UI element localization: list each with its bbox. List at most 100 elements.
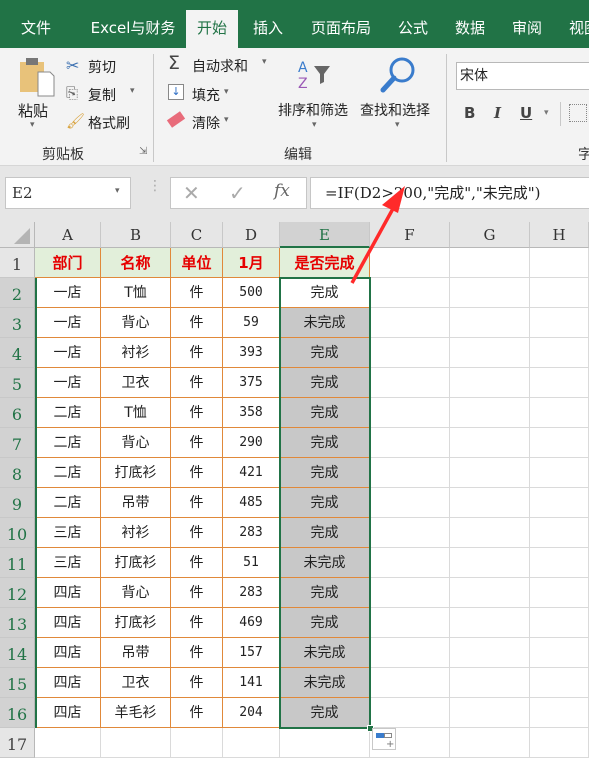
table-cell[interactable]: 打底衫 xyxy=(101,458,171,488)
table-cell[interactable]: 500 xyxy=(223,278,280,308)
table-cell[interactable]: T恤 xyxy=(101,278,171,308)
table-cell[interactable]: 件 xyxy=(171,608,223,638)
table-cell[interactable]: 一店 xyxy=(35,308,101,338)
clear-dropdown-icon[interactable]: ▾ xyxy=(224,115,229,125)
empty-cell[interactable] xyxy=(530,608,589,638)
row-header-4[interactable]: 4 xyxy=(0,338,35,368)
tab-review[interactable]: 审阅 xyxy=(504,10,550,48)
row-header-14[interactable]: 14 xyxy=(0,638,35,668)
table-cell[interactable]: 157 xyxy=(223,638,280,668)
empty-cell[interactable] xyxy=(370,248,450,278)
format-painter-button[interactable]: 🖌 格式刷 xyxy=(64,112,144,132)
empty-cell[interactable] xyxy=(450,668,530,698)
empty-cell[interactable] xyxy=(370,458,450,488)
table-cell[interactable]: 件 xyxy=(171,578,223,608)
empty-cell[interactable] xyxy=(530,728,589,758)
tab-excel-finance[interactable]: Excel与财务 xyxy=(80,10,186,48)
underline-button[interactable]: U xyxy=(520,104,532,122)
table-cell[interactable]: 背心 xyxy=(101,308,171,338)
table-cell[interactable]: 51 xyxy=(223,548,280,578)
empty-cell[interactable] xyxy=(530,488,589,518)
empty-cell[interactable] xyxy=(450,578,530,608)
row-header-16[interactable]: 16 xyxy=(0,698,35,728)
underline-dropdown-icon[interactable]: ▾ xyxy=(544,108,549,118)
table-cell[interactable]: 一店 xyxy=(35,368,101,398)
row-header-7[interactable]: 7 xyxy=(0,428,35,458)
empty-cell[interactable] xyxy=(450,248,530,278)
sort-filter-button[interactable]: AZ 排序和筛选 ▾ xyxy=(278,54,356,136)
column-header-f[interactable]: F xyxy=(370,222,450,248)
table-cell[interactable]: 375 xyxy=(223,368,280,398)
table-cell[interactable]: 吊带 xyxy=(101,638,171,668)
paste-button[interactable]: 粘贴 ▾ xyxy=(14,54,58,134)
empty-cell[interactable] xyxy=(530,578,589,608)
row-header-10[interactable]: 10 xyxy=(0,518,35,548)
table-cell[interactable]: 件 xyxy=(171,668,223,698)
table-cell[interactable]: 二店 xyxy=(35,458,101,488)
column-header-d[interactable]: D xyxy=(223,222,280,248)
empty-cell[interactable] xyxy=(450,458,530,488)
empty-cell[interactable] xyxy=(530,458,589,488)
enter-icon[interactable]: ✓ xyxy=(229,181,246,205)
table-cell[interactable]: 二店 xyxy=(35,398,101,428)
empty-cell[interactable] xyxy=(530,338,589,368)
table-cell[interactable]: 141 xyxy=(223,668,280,698)
empty-cell[interactable] xyxy=(370,518,450,548)
table-cell[interactable]: 三店 xyxy=(35,548,101,578)
table-cell[interactable]: 一店 xyxy=(35,278,101,308)
table-cell[interactable]: 吊带 xyxy=(101,488,171,518)
empty-cell[interactable] xyxy=(530,548,589,578)
table-cell[interactable]: 件 xyxy=(171,458,223,488)
empty-cell[interactable] xyxy=(530,308,589,338)
table-cell[interactable]: 件 xyxy=(171,698,223,728)
row-header-12[interactable]: 12 xyxy=(0,578,35,608)
empty-cell[interactable] xyxy=(370,308,450,338)
empty-cell[interactable] xyxy=(530,398,589,428)
column-header-e[interactable]: E xyxy=(280,222,370,248)
drag-handle-icon[interactable]: ⋮ xyxy=(148,179,162,193)
row-header-13[interactable]: 13 xyxy=(0,608,35,638)
empty-cell[interactable] xyxy=(370,578,450,608)
table-cell[interactable]: 件 xyxy=(171,518,223,548)
table-cell[interactable]: 四店 xyxy=(35,608,101,638)
cut-button[interactable]: ✂ 剪切 xyxy=(64,56,134,76)
row-header-3[interactable]: 3 xyxy=(0,308,35,338)
table-cell[interactable]: 59 xyxy=(223,308,280,338)
column-header-c[interactable]: C xyxy=(171,222,223,248)
empty-cell[interactable] xyxy=(370,668,450,698)
empty-cell[interactable] xyxy=(450,698,530,728)
empty-cell[interactable] xyxy=(450,548,530,578)
row-header-5[interactable]: 5 xyxy=(0,368,35,398)
table-cell[interactable]: 三店 xyxy=(35,518,101,548)
table-cell[interactable]: 背心 xyxy=(101,428,171,458)
header-cell[interactable]: 是否完成 xyxy=(280,248,370,278)
empty-cell[interactable] xyxy=(280,728,370,758)
table-cell[interactable]: 件 xyxy=(171,548,223,578)
name-box-dropdown-icon[interactable]: ▾ xyxy=(115,186,120,196)
empty-cell[interactable] xyxy=(101,728,171,758)
empty-cell[interactable] xyxy=(450,368,530,398)
empty-cell[interactable] xyxy=(450,728,530,758)
empty-cell[interactable] xyxy=(370,368,450,398)
font-name-select[interactable]: 宋体 xyxy=(456,62,589,90)
table-cell[interactable]: 羊毛衫 xyxy=(101,698,171,728)
table-cell[interactable]: 一店 xyxy=(35,338,101,368)
table-cell[interactable]: 件 xyxy=(171,308,223,338)
select-all-button[interactable] xyxy=(0,222,35,248)
formula-input[interactable]: =IF(D2>200,"完成","未完成") xyxy=(310,177,589,209)
header-cell[interactable]: 单位 xyxy=(171,248,223,278)
borders-icon[interactable] xyxy=(569,104,587,122)
tab-data[interactable]: 数据 xyxy=(446,10,494,48)
header-cell[interactable]: 1月 xyxy=(223,248,280,278)
paste-dropdown-icon[interactable]: ▾ xyxy=(30,120,35,130)
empty-cell[interactable] xyxy=(450,308,530,338)
table-cell[interactable]: 204 xyxy=(223,698,280,728)
empty-cell[interactable] xyxy=(370,398,450,428)
table-cell[interactable]: 283 xyxy=(223,578,280,608)
empty-cell[interactable] xyxy=(450,488,530,518)
table-cell[interactable]: T恤 xyxy=(101,398,171,428)
column-header-g[interactable]: G xyxy=(450,222,530,248)
table-cell[interactable]: 四店 xyxy=(35,698,101,728)
column-header-a[interactable]: A xyxy=(35,222,101,248)
row-header-17[interactable]: 17 xyxy=(0,728,35,758)
